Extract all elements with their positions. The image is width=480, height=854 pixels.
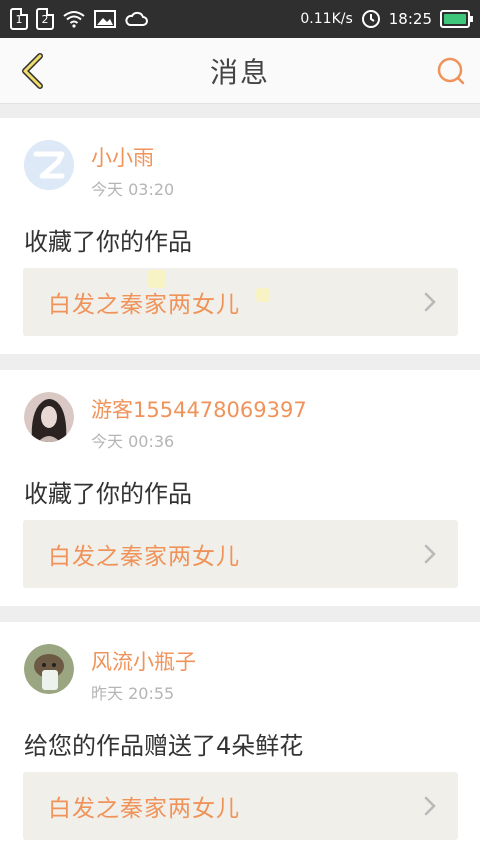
timestamp: 今天 00:36 [91, 432, 175, 451]
message-card: 游客15544780693​97 今天 00:36 收藏了你的作品 白发之秦家两… [0, 370, 480, 606]
work-title: 白发之秦家两女儿 [48, 544, 240, 570]
user-photo-icon [24, 644, 74, 694]
sim1-label: 1 [15, 12, 23, 26]
sim2-icon: 2 [36, 8, 54, 30]
message-card: 风流小瓶子 昨天 20:55 给您的作品赠送了4朵鲜花 白发之秦家两女儿 [0, 622, 480, 854]
page-title: 消息 [209, 55, 270, 89]
avatar[interactable] [24, 644, 74, 694]
header: 消息 [0, 38, 480, 104]
work-title: 白发之秦家两女儿 [48, 292, 240, 318]
image-icon [94, 10, 116, 28]
timestamp: 今天 03:20 [91, 180, 175, 199]
wifi-icon [62, 10, 86, 28]
message-list: 小小雨 今天 03:20 收藏了你的作品 白发之秦家两女儿 游客15544780… [0, 118, 480, 854]
search-button[interactable] [434, 54, 468, 88]
message-header: 风流小瓶子 昨天 20:55 [0, 622, 480, 706]
message-header: 游客15544780693​97 今天 00:36 [0, 370, 480, 454]
sim2-label: 2 [41, 12, 49, 26]
sim1-icon: 1 [10, 8, 28, 30]
chevron-right-icon [424, 544, 436, 564]
chevron-left-icon [22, 53, 43, 89]
network-speed: 0.11K/s [300, 11, 353, 27]
work-link[interactable]: 白发之秦家两女儿 [23, 268, 458, 336]
clock: 18:25 [388, 10, 432, 28]
username[interactable]: 风流小瓶子 [91, 648, 196, 676]
status-bar: 1 2 0.11K/s 18:25 [0, 0, 480, 38]
cloud-icon [124, 11, 148, 27]
username[interactable]: 游客15544780693​97 [91, 396, 307, 424]
search-icon [437, 57, 465, 85]
chevron-right-icon [424, 292, 436, 312]
alarm-icon [361, 9, 381, 29]
status-bar-left: 1 2 [10, 8, 148, 30]
battery-icon [440, 10, 473, 28]
message-header: 小小雨 今天 03:20 [0, 118, 480, 202]
avatar[interactable] [24, 140, 74, 190]
message-meta: 游客15544780693​97 今天 00:36 [91, 392, 307, 452]
work-title: 白发之秦家两女儿 [48, 796, 240, 822]
chevron-right-icon [424, 796, 436, 816]
username[interactable]: 小小雨 [91, 144, 174, 172]
message-meta: 风流小瓶子 昨天 20:55 [91, 644, 196, 704]
action-text: 收藏了你的作品 [24, 228, 192, 256]
action-text: 给您的作品赠送了4朵鲜花 [24, 732, 304, 760]
status-bar-right: 0.11K/s 18:25 [300, 9, 473, 29]
action-text: 收藏了你的作品 [24, 480, 192, 508]
default-avatar-icon [24, 140, 74, 190]
message-meta: 小小雨 今天 03:20 [91, 140, 174, 200]
timestamp: 昨天 20:55 [91, 684, 175, 703]
message-card: 小小雨 今天 03:20 收藏了你的作品 白发之秦家两女儿 [0, 118, 480, 354]
work-link[interactable]: 白发之秦家两女儿 [23, 520, 458, 588]
user-photo-icon [24, 392, 74, 442]
back-button[interactable] [14, 52, 50, 90]
work-link[interactable]: 白发之秦家两女儿 [23, 772, 458, 840]
avatar[interactable] [24, 392, 74, 442]
